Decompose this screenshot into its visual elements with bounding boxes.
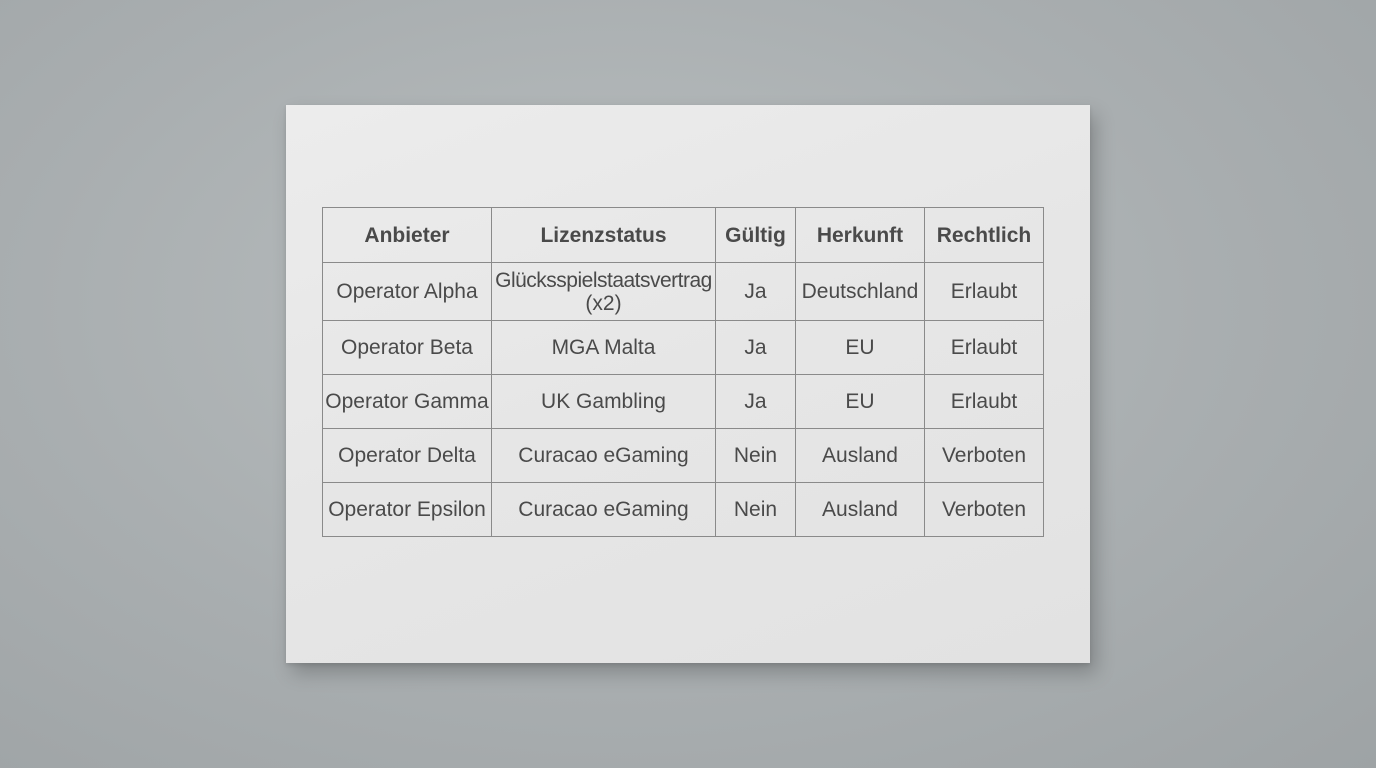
cell-anbieter: Operator Epsilon — [322, 482, 492, 537]
cell-lizenzstatus: MGA Malta — [491, 320, 716, 375]
cell-lizenzstatus-line1: Glücksspielstaatsvertrag — [495, 268, 712, 292]
cell-lizenzstatus: Curacao eGaming — [491, 482, 716, 537]
cell-gueltig: Ja — [715, 320, 796, 375]
table-row: Operator Alpha Glücksspielstaatsvertrag … — [322, 262, 1044, 321]
cell-anbieter: Operator Alpha — [322, 262, 492, 321]
cell-gueltig: Nein — [715, 428, 796, 483]
cell-herkunft: EU — [795, 374, 925, 429]
header-anbieter: Anbieter — [322, 207, 492, 263]
paper-sheet: Anbieter Lizenzstatus Gültig Herkunft Re… — [286, 105, 1090, 663]
header-gueltig: Gültig — [715, 207, 796, 263]
cell-herkunft: EU — [795, 320, 925, 375]
cell-lizenzstatus: UK Gambling — [491, 374, 716, 429]
cell-anbieter: Operator Gamma — [322, 374, 492, 429]
cell-anbieter: Operator Delta — [322, 428, 492, 483]
table-header-row: Anbieter Lizenzstatus Gültig Herkunft Re… — [322, 207, 1044, 263]
header-herkunft: Herkunft — [795, 207, 925, 263]
cell-rechtlich: Verboten — [924, 482, 1044, 537]
cell-gueltig: Ja — [715, 374, 796, 429]
cell-herkunft: Ausland — [795, 428, 925, 483]
table-row: Operator Epsilon Curacao eGaming Nein Au… — [322, 482, 1044, 537]
cell-gueltig: Nein — [715, 482, 796, 537]
cell-herkunft: Deutschland — [795, 262, 925, 321]
cell-rechtlich: Verboten — [924, 428, 1044, 483]
cell-rechtlich: Erlaubt — [924, 262, 1044, 321]
cell-lizenzstatus: Curacao eGaming — [491, 428, 716, 483]
cell-anbieter: Operator Beta — [322, 320, 492, 375]
header-rechtlich: Rechtlich — [924, 207, 1044, 263]
table-row: Operator Beta MGA Malta Ja EU Erlaubt — [322, 320, 1044, 375]
cell-herkunft: Ausland — [795, 482, 925, 537]
cell-rechtlich: Erlaubt — [924, 374, 1044, 429]
cell-gueltig: Ja — [715, 262, 796, 321]
cell-rechtlich: Erlaubt — [924, 320, 1044, 375]
table-row: Operator Gamma UK Gambling Ja EU Erlaubt — [322, 374, 1044, 429]
cell-lizenzstatus-line2: (x2) — [585, 291, 622, 315]
header-lizenzstatus: Lizenzstatus — [491, 207, 716, 263]
cell-lizenzstatus: Glücksspielstaatsvertrag (x2) — [491, 262, 716, 321]
license-table: Anbieter Lizenzstatus Gültig Herkunft Re… — [322, 207, 1044, 537]
table-row: Operator Delta Curacao eGaming Nein Ausl… — [322, 428, 1044, 483]
